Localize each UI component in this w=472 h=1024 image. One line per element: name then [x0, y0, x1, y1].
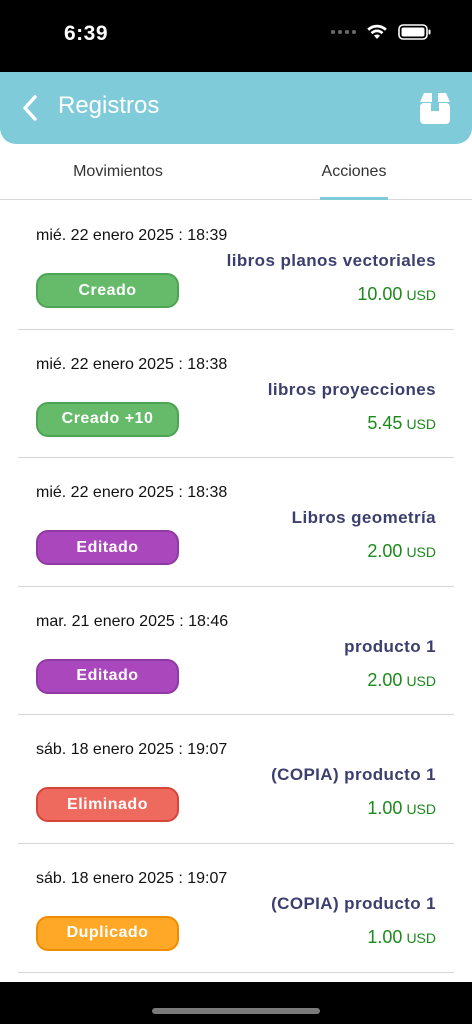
item-name: (COPIA) producto 1	[271, 765, 436, 785]
signal-icon	[331, 30, 356, 34]
price-amount: 1.00	[367, 798, 403, 819]
price-currency: USD	[406, 544, 436, 561]
item-date: mié. 22 enero 2025 : 18:38	[36, 355, 228, 373]
item-date: sáb. 18 enero 2025 : 19:07	[36, 869, 228, 887]
list-item[interactable]: mié. 22 enero 2025 : 18:38 Libros geomet…	[18, 458, 454, 587]
status-badge: Duplicado	[36, 915, 179, 951]
list-item[interactable]: mié. 22 enero 2025 : 18:39 libros planos…	[18, 201, 454, 330]
tab-acciones[interactable]: Acciones	[236, 144, 472, 199]
battery-icon	[398, 24, 431, 40]
home-bar-area	[0, 982, 472, 1024]
home-indicator[interactable]	[152, 1008, 320, 1014]
price-currency: USD	[406, 672, 436, 689]
price-amount: 1.00	[367, 926, 403, 947]
list-item[interactable]: sáb. 18 enero 2025 : 19:07 (COPIA) produ…	[18, 715, 454, 844]
price-currency: USD	[406, 415, 436, 432]
price-amount: 2.00	[367, 541, 403, 562]
status-bar: 6:39	[0, 0, 472, 72]
app-header: Registros	[0, 72, 472, 144]
item-price: 1.00 USD	[367, 927, 436, 948]
item-name: libros proyecciones	[267, 379, 436, 399]
status-badge: Creado	[36, 273, 179, 308]
item-price: 2.00 USD	[367, 541, 436, 562]
item-price: 1.00 USD	[367, 798, 436, 819]
chevron-left-icon	[23, 95, 37, 121]
price-currency: USD	[406, 929, 436, 946]
item-date: mié. 22 enero 2025 : 18:39	[36, 227, 228, 244]
item-name: producto 1	[344, 636, 436, 656]
status-badge: Creado +10	[36, 401, 179, 437]
item-price: 2.00 USD	[367, 670, 436, 691]
app-screen: Registros Movimientos Acciones mié. 22 e…	[0, 72, 472, 982]
status-icons	[331, 24, 432, 40]
status-badge: Editado	[36, 658, 179, 694]
tab-bar: Movimientos Acciones	[0, 144, 472, 200]
price-amount: 10.00	[357, 284, 403, 304]
item-date: mié. 22 enero 2025 : 18:38	[36, 484, 228, 502]
item-price: 5.45 USD	[367, 413, 436, 434]
list-item[interactable]: mar. 21 enero 2025 : 18:46 producto 1 Ed…	[18, 587, 454, 716]
archive-button[interactable]	[418, 90, 452, 126]
tab-movimientos[interactable]: Movimientos	[0, 144, 236, 199]
box-icon	[420, 93, 450, 124]
item-name: (COPIA) producto 1	[271, 893, 436, 913]
status-badge: Editado	[36, 530, 179, 566]
active-tab-indicator	[320, 197, 388, 200]
item-date: sáb. 18 enero 2025 : 19:07	[36, 741, 228, 759]
status-time: 6:39	[64, 22, 109, 45]
item-name: libros planos vectoriales	[226, 251, 436, 270]
list-item[interactable]: mié. 22 enero 2025 : 18:38 libros proyec…	[18, 330, 454, 459]
list-item[interactable]: sáb. 18 enero 2025 : 19:07 (COPIA) produ…	[18, 844, 454, 973]
price-currency: USD	[406, 801, 436, 818]
back-button[interactable]	[16, 92, 44, 124]
records-list: mié. 22 enero 2025 : 18:39 libros planos…	[0, 201, 472, 973]
item-price: 10.00 USD	[357, 284, 436, 305]
status-badge: Eliminado	[36, 787, 179, 823]
price-amount: 2.00	[367, 669, 403, 690]
item-date: mar. 21 enero 2025 : 18:46	[36, 612, 229, 630]
item-name: Libros geometría	[291, 508, 436, 528]
price-amount: 5.45	[367, 412, 403, 433]
price-currency: USD	[406, 287, 436, 303]
page-title: Registros	[58, 92, 160, 119]
wifi-icon	[367, 24, 387, 39]
